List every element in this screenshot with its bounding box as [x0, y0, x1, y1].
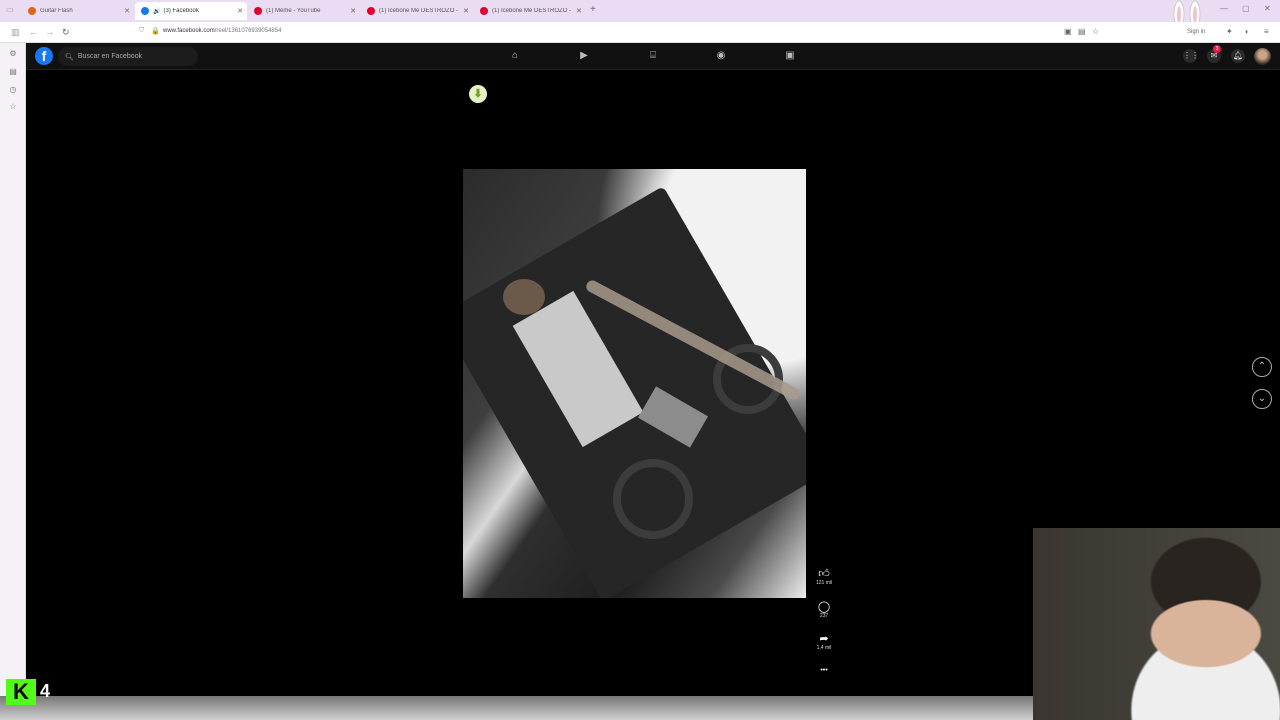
share-button[interactable]: ➦ 1,4 mil — [812, 633, 836, 651]
more-options-button[interactable]: ••• — [812, 665, 836, 677]
lock-icon[interactable]: 🔒 — [151, 27, 160, 35]
avatar[interactable] — [1254, 48, 1271, 65]
close-icon[interactable]: ✕ — [463, 7, 469, 15]
comment-icon: ◯ — [817, 601, 831, 613]
facebook-logo[interactable]: f — [35, 47, 53, 65]
url-field[interactable]: www.facebook.com/reel/1361076939054854 — [163, 28, 281, 34]
next-reel-button[interactable]: ⌄ — [1252, 389, 1272, 409]
speaker-icon[interactable]: 🔊 — [153, 8, 160, 15]
facebook-header: f 🔍︎ Buscar en Facebook ⌂ ▶ ⌸ ◉ ▣ ⋮⋮ ✉ 🔔… — [26, 43, 1280, 70]
volume-icon[interactable]: ◖ — [1244, 27, 1249, 36]
search-input[interactable]: 🔍︎ Buscar en Facebook — [58, 47, 198, 66]
back-icon[interactable]: ← — [29, 27, 38, 37]
maximize-icon[interactable]: ▢ — [1242, 4, 1250, 13]
share-icon: ➦ — [819, 633, 829, 645]
tab-youtube-icebone-1[interactable]: (1) Icebone Me DESTROZO - YouTube ✕ — [361, 2, 473, 20]
browser-sidebar: ⚙ ▤ ◷ ☆ — [0, 43, 26, 720]
thumbs-up-icon: 👍︎ — [818, 568, 830, 580]
sidebar-panel-icon[interactable]: ▥ — [11, 27, 20, 38]
close-icon[interactable]: ✕ — [350, 7, 356, 15]
notification-badge: 3 — [1213, 45, 1221, 53]
tab-facebook[interactable]: 🔊 (3) Facebook ✕ — [135, 2, 247, 20]
tab-youtube-icebone-2[interactable]: (1) Icebone Me DESTROZO - YouTube ✕ — [474, 2, 586, 20]
marketplace-icon[interactable]: ⌸ — [646, 49, 660, 63]
youtube-favicon-icon — [480, 7, 488, 15]
history-sidebar-icon[interactable]: ◷ — [8, 85, 18, 95]
gaming-icon[interactable]: ▣ — [783, 49, 797, 63]
youtube-favicon-icon — [254, 7, 262, 15]
previous-reel-button[interactable]: ⌃ — [1252, 357, 1272, 377]
kick-logo: K — [6, 679, 36, 705]
bookmarks-sidebar-icon[interactable]: ☆ — [8, 102, 18, 112]
like-button[interactable]: 👍︎ 121 mil — [812, 568, 836, 586]
kick-viewer-count: 4 — [40, 681, 51, 701]
picture-in-picture-icon[interactable]: ▣ — [1064, 27, 1072, 36]
tab-bar: ▭ Guitar Flash ✕ 🔊 (3) Facebook ✕ (1) Me… — [0, 0, 1280, 28]
reload-icon[interactable]: ↻ — [62, 27, 70, 38]
close-icon[interactable]: ✕ — [124, 7, 130, 15]
window-close-icon[interactable]: ✕ — [1264, 4, 1271, 13]
tab-youtube-meme[interactable]: (1) Meme - YouTube ✕ — [248, 2, 360, 20]
downloads-sidebar-icon[interactable]: ▤ — [8, 67, 18, 77]
reader-view-icon[interactable]: ▤ — [1078, 27, 1086, 36]
extensions-icon[interactable]: ✦ — [1226, 27, 1233, 36]
bookmark-star-icon[interactable]: ☆ — [1092, 27, 1099, 36]
minimize-icon[interactable]: — — [1220, 4, 1228, 13]
menu-grid-icon[interactable]: ⋮⋮ — [1183, 49, 1199, 63]
youtube-favicon-icon — [367, 7, 375, 15]
home-icon[interactable]: ⌂ — [508, 49, 522, 63]
address-bar: ▥ ← → ↻ ⛉ 🔒 www.facebook.com/reel/136107… — [0, 22, 1280, 43]
close-icon[interactable]: ✕ — [576, 7, 582, 15]
guitar-flash-favicon-icon — [28, 7, 36, 15]
sidebar-toggle-icon[interactable]: ▭ — [6, 5, 14, 14]
new-tab-button[interactable]: + — [590, 4, 596, 15]
extensions-sidebar-icon[interactable]: ⚙ — [8, 49, 18, 59]
facebook-favicon-icon — [141, 7, 149, 15]
like-count: 121 mil — [815, 580, 833, 586]
bottom-video-strip — [0, 696, 1033, 720]
share-count: 1,4 mil — [816, 645, 832, 651]
menu-icon[interactable]: ≡ — [1264, 27, 1269, 36]
comment-button[interactable]: ◯ 237 — [812, 601, 836, 619]
video-hole-shape — [503, 279, 545, 315]
search-icon: 🔍︎ — [65, 53, 74, 61]
video-wheel-shape — [613, 459, 693, 539]
search-placeholder: Buscar en Facebook — [77, 53, 143, 60]
notifications-bell-icon[interactable]: 🔔︎ — [1231, 49, 1245, 63]
sign-in-button[interactable]: Sign in — [1187, 29, 1205, 35]
shield-icon[interactable]: ⛉ — [139, 27, 144, 35]
close-icon[interactable]: ✕ — [237, 7, 243, 15]
comment-count: 237 — [819, 613, 829, 619]
webcam-overlay — [1033, 528, 1280, 720]
forward-icon[interactable]: → — [45, 27, 54, 37]
groups-icon[interactable]: ◉ — [714, 49, 728, 63]
more-icon: ••• — [820, 667, 828, 674]
video-icon[interactable]: ▶ — [577, 49, 591, 63]
download-icon[interactable]: ⬇ — [469, 85, 487, 103]
reel-video[interactable] — [463, 169, 806, 598]
tab-guitar-flash[interactable]: Guitar Flash ✕ — [22, 2, 134, 20]
